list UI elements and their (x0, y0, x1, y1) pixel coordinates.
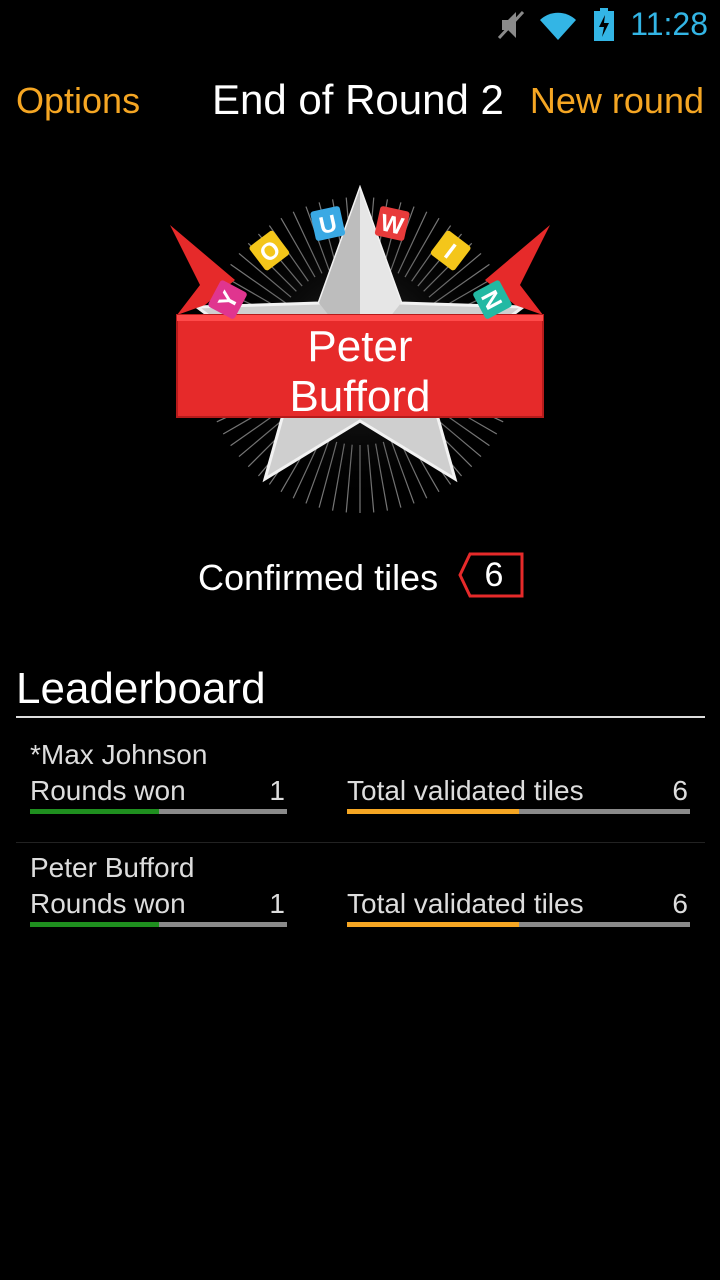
badge-letter-tile: W (374, 206, 410, 241)
player-name: *Max Johnson (30, 739, 208, 770)
confirmed-tiles: Confirmed tiles 6 (0, 552, 720, 602)
row-divider (16, 842, 705, 843)
mute-icon (496, 8, 526, 47)
winner-name-line2: Bufford (289, 372, 431, 421)
validated-tiles-stat: Total validated tiles 6 (347, 775, 690, 815)
status-time: 11:28 (630, 6, 708, 42)
confirmed-tiles-label: Confirmed tiles (198, 557, 439, 598)
validated-tiles-bar-fill (347, 922, 519, 927)
rounds-won-value: 1 (269, 888, 285, 919)
rounds-won-stat: Rounds won 1 (30, 775, 287, 815)
rounds-won-bar (30, 922, 287, 927)
action-bar: Options End of Round 2 New round (0, 72, 720, 136)
options-button[interactable]: Options (16, 80, 140, 122)
wifi-icon (538, 8, 578, 47)
rounds-won-label: Rounds won (30, 775, 186, 806)
validated-tiles-bar-fill (347, 809, 519, 814)
leaderboard-row: *Max Johnson Rounds won 1 Total validate… (16, 731, 705, 843)
rounds-won-stat: Rounds won 1 (30, 888, 287, 928)
winner-name-line1: Peter (307, 322, 413, 371)
rounds-won-bar-fill (30, 809, 159, 814)
winner-name: Peter Bufford (180, 322, 540, 422)
validated-tiles-stat: Total validated tiles 6 (347, 888, 690, 928)
validated-tiles-label: Total validated tiles (347, 775, 584, 806)
rounds-won-value: 1 (269, 775, 285, 806)
battery-icon (593, 8, 615, 47)
confirmed-tiles-value: 6 (484, 556, 504, 594)
player-name: Peter Bufford (30, 852, 195, 883)
validated-tiles-value: 6 (672, 888, 688, 919)
leaderboard-title: Leaderboard (16, 664, 266, 713)
rounds-won-label: Rounds won (30, 888, 186, 919)
rounds-won-bar-fill (30, 922, 159, 927)
badge-letter-tile: U (310, 206, 346, 241)
status-bar: 11:28 (0, 0, 720, 50)
leaderboard-row: Peter Bufford Rounds won 1 Total validat… (16, 844, 705, 956)
validated-tiles-label: Total validated tiles (347, 888, 584, 919)
validated-tiles-value: 6 (672, 775, 688, 806)
page-title: End of Round 2 (212, 76, 504, 123)
new-round-button[interactable]: New round (530, 80, 704, 122)
rounds-won-bar (30, 809, 287, 814)
validated-tiles-bar (347, 922, 690, 927)
validated-tiles-bar (347, 809, 690, 814)
leaderboard-divider (16, 716, 705, 718)
